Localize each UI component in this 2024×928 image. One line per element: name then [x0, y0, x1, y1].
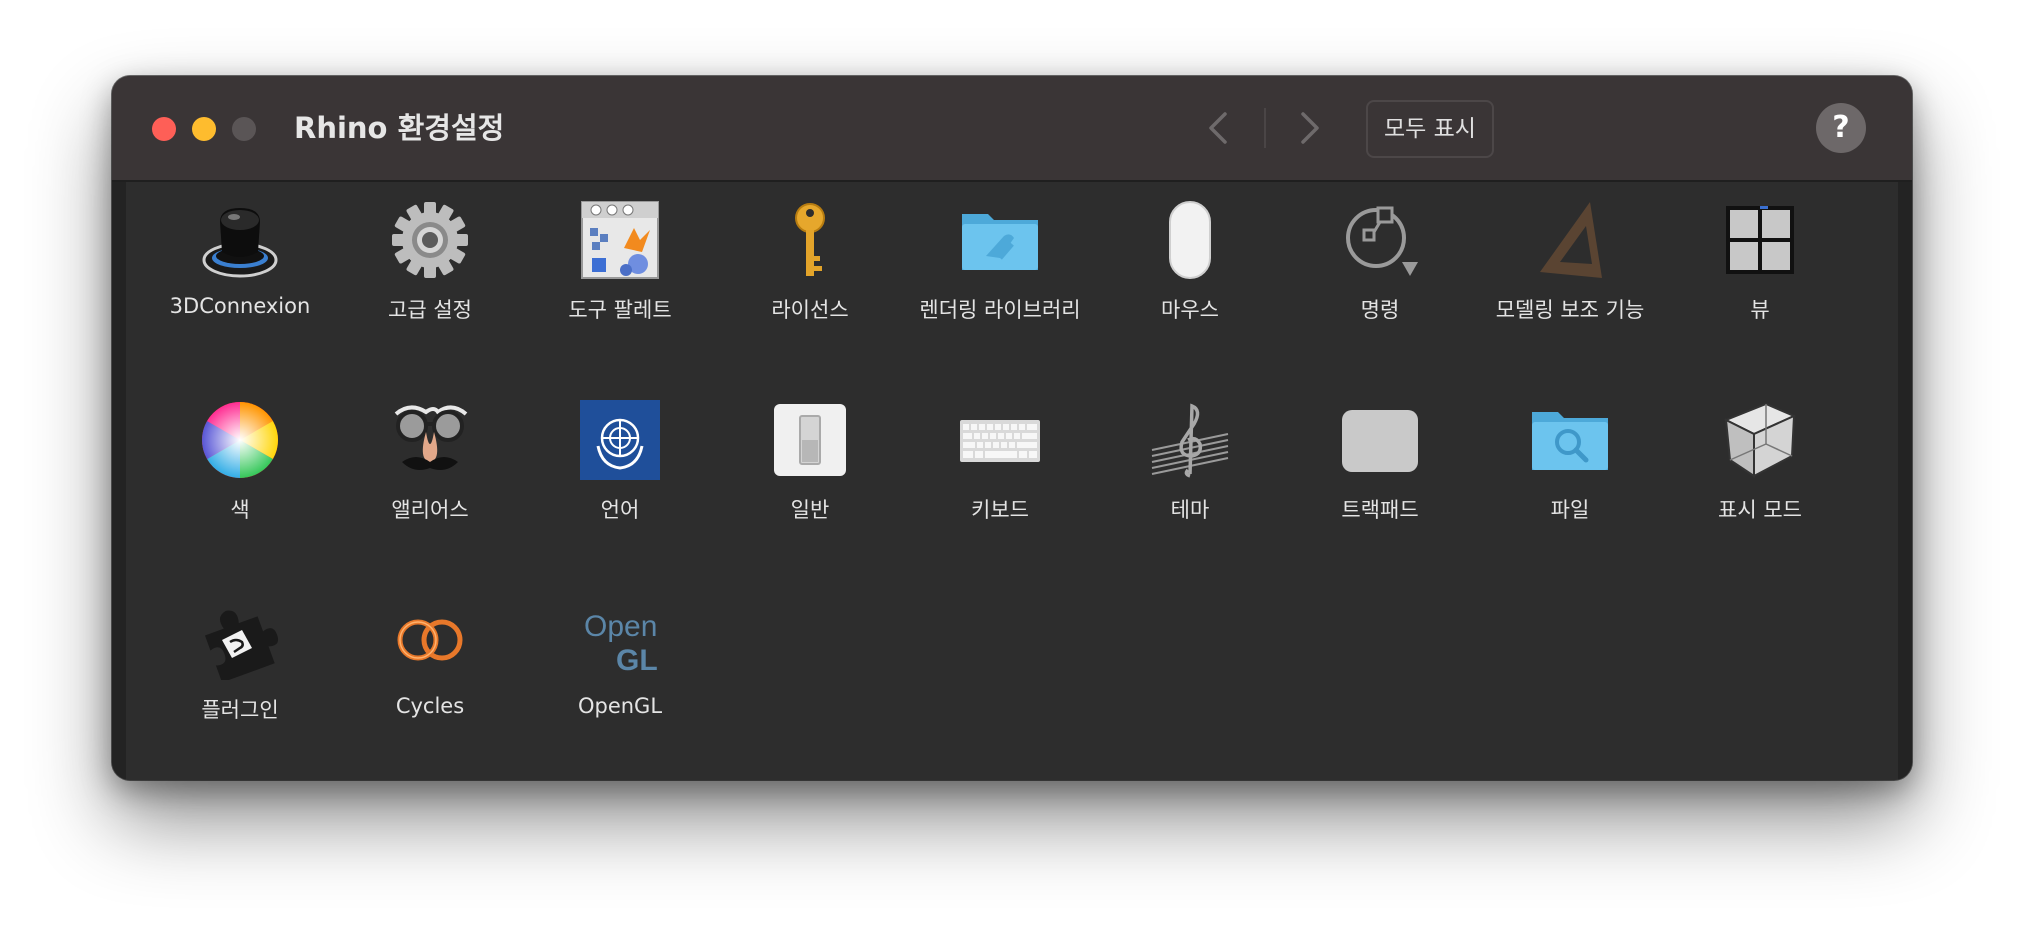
pref-label: 렌더링 라이브러리	[919, 298, 1081, 322]
window-title: Rhino 환경설정	[294, 111, 505, 145]
set-square-icon	[1540, 202, 1602, 278]
pref-trackpad[interactable]: 트랙패드	[1285, 400, 1475, 550]
cube-icon	[1723, 402, 1797, 478]
pref-license[interactable]: 라이선스	[715, 200, 905, 350]
mouse-icon	[1169, 201, 1211, 279]
nav-separator	[1264, 108, 1266, 148]
opengl-icon: Open GL	[584, 610, 658, 677]
pref-modeling-aids[interactable]: 모델링 보조 기능	[1475, 200, 1665, 350]
pref-label: Cycles	[395, 694, 465, 718]
back-arrow-icon[interactable]	[1198, 106, 1242, 150]
key-icon	[795, 203, 825, 276]
preferences-window: Rhino 환경설정 모두 표시 ? 3DConnexion 고급 설정 도구 …	[112, 76, 1912, 780]
right-edge	[1898, 182, 1912, 780]
keyboard-icon	[960, 420, 1040, 462]
search-folder-icon	[1532, 412, 1608, 470]
pref-label: 3DConnexion	[169, 294, 311, 318]
un-flag-icon	[580, 400, 660, 480]
left-edge	[112, 182, 126, 780]
pref-plugins[interactable]: 플러그인	[145, 600, 335, 750]
pref-color[interactable]: 색	[145, 400, 335, 550]
pref-general[interactable]: 일반	[715, 400, 905, 550]
pref-label: 앨리어스	[391, 498, 469, 522]
pref-label: 뷰	[1750, 298, 1770, 322]
pref-label: OpenGL	[577, 694, 663, 718]
pref-command[interactable]: 명령	[1285, 200, 1475, 350]
music-staff-icon	[1151, 403, 1229, 478]
pref-theme[interactable]: 테마	[1095, 400, 1285, 550]
color-wheel-icon	[202, 402, 278, 478]
forward-arrow-icon[interactable]	[1286, 106, 1330, 150]
close-button[interactable]	[152, 117, 176, 141]
gear-icon	[392, 202, 468, 278]
pref-label: 색	[230, 498, 250, 522]
3dconnexion-icon	[202, 208, 278, 278]
pref-display-modes[interactable]: 표시 모드	[1665, 400, 1855, 550]
pref-label: 표시 모드	[1718, 498, 1802, 522]
pref-cycles[interactable]: Cycles	[335, 600, 525, 750]
pref-label: 일반	[790, 498, 830, 522]
pref-label: 언어	[600, 498, 640, 522]
folder-icon	[962, 214, 1038, 270]
disguise-glasses-icon	[394, 405, 468, 470]
cycles-rings-icon	[397, 619, 463, 661]
switch-icon	[774, 404, 846, 476]
opengl-logo-bottom: GL	[616, 644, 658, 677]
pref-view[interactable]: 뷰	[1665, 200, 1855, 350]
pref-opengl[interactable]: Open GL OpenGL	[525, 600, 715, 750]
pref-label: 트랙패드	[1341, 498, 1419, 522]
pref-label: 모델링 보조 기능	[1495, 298, 1645, 322]
pref-label: 키보드	[971, 498, 1029, 522]
title-bar: Rhino 환경설정 모두 표시 ?	[112, 76, 1912, 182]
zoom-button[interactable]	[232, 117, 256, 141]
pref-label: 도구 팔레트	[568, 298, 672, 322]
pref-keyboard[interactable]: 키보드	[905, 400, 1095, 550]
pref-files[interactable]: 파일	[1475, 400, 1665, 550]
pref-advanced[interactable]: 고급 설정	[335, 200, 525, 350]
help-button[interactable]: ?	[1816, 103, 1866, 153]
puzzle-piece-icon	[204, 610, 279, 680]
pref-render-library[interactable]: 렌더링 라이브러리	[905, 200, 1095, 350]
pref-aliases[interactable]: 앨리어스	[335, 400, 525, 550]
pref-language[interactable]: 언어	[525, 400, 715, 550]
pref-label: 테마	[1170, 498, 1210, 522]
pref-tool-palette[interactable]: 도구 팔레트	[525, 200, 715, 350]
command-icon	[1346, 206, 1418, 276]
pref-label: 플러그인	[201, 698, 279, 722]
pref-3dconnexion[interactable]: 3DConnexion	[145, 200, 335, 350]
opengl-logo-top: Open	[584, 610, 657, 643]
pref-label: 라이선스	[771, 298, 849, 322]
minimize-button[interactable]	[192, 117, 216, 141]
pref-label: 고급 설정	[388, 298, 472, 322]
pref-label: 마우스	[1161, 298, 1219, 322]
pref-label: 파일	[1550, 498, 1590, 522]
trackpad-icon	[1342, 410, 1418, 472]
pref-label: 명령	[1360, 298, 1400, 322]
tool-palette-icon	[581, 201, 659, 279]
show-all-button[interactable]: 모두 표시	[1366, 100, 1494, 158]
pref-mouse[interactable]: 마우스	[1095, 200, 1285, 350]
viewports-icon	[1726, 206, 1794, 274]
